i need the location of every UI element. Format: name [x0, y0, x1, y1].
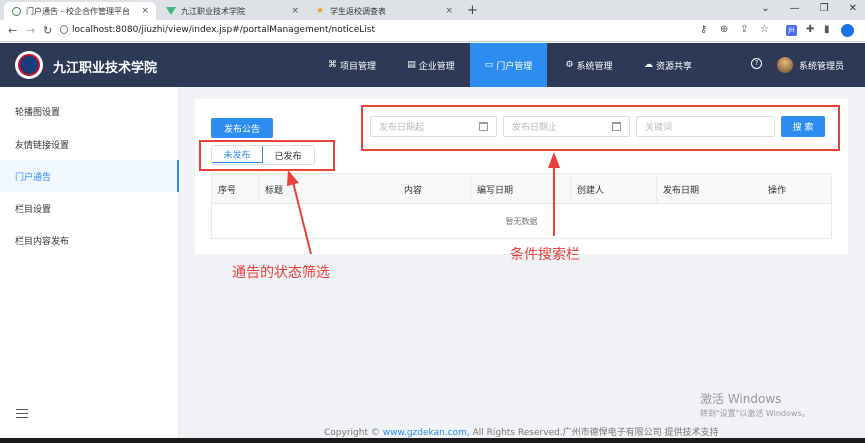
gear-favicon-icon: [12, 6, 21, 16]
forward-icon[interactable]: →: [26, 24, 35, 37]
sidebar-item-links[interactable]: 友情链接设置: [0, 128, 179, 160]
site-info-icon[interactable]: [60, 25, 68, 34]
sidebar-item-portal-notice[interactable]: 门户通告: [0, 160, 179, 192]
sidebar-item-label: 轮播图设置: [15, 107, 61, 118]
menu-label: 系统管理: [576, 61, 613, 72]
taskbar: [0, 438, 865, 443]
column-header: 标题: [258, 174, 398, 204]
browser-tab-title: 九江职业技术学院: [181, 6, 245, 16]
arrow-up-icon: [287, 170, 312, 255]
zoom-icon[interactable]: ⊕: [720, 24, 728, 35]
sidebar-item-label: 友情链接设置: [15, 140, 70, 151]
column-header: 内容: [404, 185, 423, 196]
document-icon: ▤: [407, 60, 416, 70]
user-avatar[interactable]: [777, 57, 793, 73]
vue-favicon-icon: [166, 7, 176, 15]
menu-label: 门户管理: [496, 61, 533, 72]
profile-icon[interactable]: [841, 24, 854, 37]
app-header: 九江职业技术学院 ⌘ 项目管理 ▤ 企业管理 ▭ 门户管理 ⚙ 系统管理 ☁ 资…: [0, 43, 865, 87]
star-favicon-icon: ★: [316, 5, 325, 16]
column-header: 序号: [218, 185, 237, 196]
extension-jh-icon[interactable]: JH: [786, 25, 797, 36]
site-title: 九江职业技术学院: [53, 61, 158, 76]
sidebar-item-column-publish[interactable]: 栏目内容发布: [0, 224, 179, 256]
menu-portal-management[interactable]: ▭ 门户管理: [470, 43, 547, 87]
column-header: 操作: [768, 185, 787, 196]
reload-icon[interactable]: ↻: [43, 24, 52, 37]
close-icon[interactable]: ×: [291, 6, 299, 16]
project-icon: ⌘: [327, 60, 337, 70]
menu-resource-sharing[interactable]: ☁ 资源共享: [632, 43, 704, 87]
monitor-icon: ▭: [484, 60, 494, 70]
key-icon[interactable]: ⚷: [700, 24, 707, 35]
back-icon[interactable]: ←: [8, 24, 17, 37]
browser-tab-portal-notice[interactable]: 门户通告 - 校企合作管理平台 ×: [4, 2, 156, 20]
arrow-up-icon: [548, 152, 560, 236]
menu-project-management[interactable]: ⌘ 项目管理: [316, 43, 388, 87]
menu-label: 资源共享: [655, 61, 692, 72]
browser-tab-strip: 门户通告 - 校企合作管理平台 × 九江职业技术学院 × ★ 学生返校调查表 ×…: [0, 0, 865, 20]
cloud-icon: ☁: [643, 60, 653, 70]
watermark-subtitle: 转到"设置"以激活 Windows。: [700, 409, 810, 418]
bookmark-star-icon[interactable]: ☆: [760, 24, 769, 35]
minimize-icon[interactable]: —: [790, 3, 800, 14]
copyright-suffix: , All Rights Reserved.广州市德悍电子有限公司 提供技术支持: [466, 428, 719, 438]
share-icon[interactable]: ⇪: [740, 24, 748, 35]
sidebar-panel-icon[interactable]: ▮: [824, 24, 830, 35]
sidebar: 轮播图设置 友情链接设置 门户通告 栏目设置 栏目内容发布: [0, 87, 179, 443]
watermark-title: 激活 Windows: [700, 392, 782, 406]
address-bar: ← → ↻ localhost:8080/jiuzhi/view/index.j…: [0, 20, 865, 42]
maximize-icon[interactable]: ❐: [820, 3, 829, 14]
browser-tab-title: 学生返校调查表: [330, 6, 386, 16]
menu-label: 项目管理: [339, 61, 376, 72]
copyright-prefix: Copyright ©: [324, 428, 380, 438]
menu-enterprise-management[interactable]: ▤ 企业管理: [395, 43, 467, 87]
collapse-menu-icon[interactable]: [16, 409, 28, 419]
browser-tab-title: 门户通告 - 校企合作管理平台: [26, 6, 130, 16]
sidebar-item-label: 栏目设置: [15, 204, 52, 215]
column-header: 创建人: [570, 174, 656, 204]
sidebar-item-label: 栏目内容发布: [15, 236, 70, 247]
username[interactable]: 系统管理员: [799, 59, 844, 72]
browser-tab-survey[interactable]: ★ 学生返校调查表 ×: [308, 2, 460, 20]
url-text[interactable]: localhost:8080/jiuzhi/view/index.jsp#/po…: [72, 25, 375, 35]
menu-label: 企业管理: [418, 61, 455, 72]
extensions-puzzle-icon[interactable]: ✚: [806, 24, 814, 35]
sidebar-item-column-settings[interactable]: 栏目设置: [0, 192, 179, 224]
browser-tab-college[interactable]: 九江职业技术学院 ×: [158, 2, 306, 20]
chevron-down-icon[interactable]: ⌄: [761, 3, 769, 14]
menu-system-management[interactable]: ⚙ 系统管理: [553, 43, 625, 87]
gear-icon: ⚙: [565, 60, 574, 70]
windows-activation-watermark: 激活 Windows 转到"设置"以激活 Windows。: [700, 390, 810, 419]
sidebar-item-carousel[interactable]: 轮播图设置: [0, 95, 179, 127]
sidebar-item-label: 门户通告: [15, 172, 52, 183]
column-header: 发布日期: [656, 174, 762, 204]
search-bar-highlight: [361, 105, 840, 151]
status-filter-highlight: [199, 140, 335, 171]
status-filter-annotation: 通告的状态筛选: [232, 265, 330, 281]
college-logo-icon: [15, 51, 43, 79]
company-link[interactable]: www.gzdekan.com: [383, 428, 467, 438]
search-bar-annotation: 条件搜索栏: [510, 247, 580, 263]
new-tab-icon[interactable]: +: [467, 3, 478, 18]
footer: Copyright © www.gzdekan.com, All Rights …: [324, 425, 719, 438]
window-controls: ⌄ — ❐ ✕: [761, 3, 857, 14]
close-icon[interactable]: ×: [445, 6, 453, 16]
window-close-icon[interactable]: ✕: [849, 3, 857, 14]
close-icon[interactable]: ×: [141, 6, 149, 16]
help-icon[interactable]: ?: [751, 58, 762, 69]
publish-notice-button[interactable]: 发布公告: [211, 118, 273, 138]
